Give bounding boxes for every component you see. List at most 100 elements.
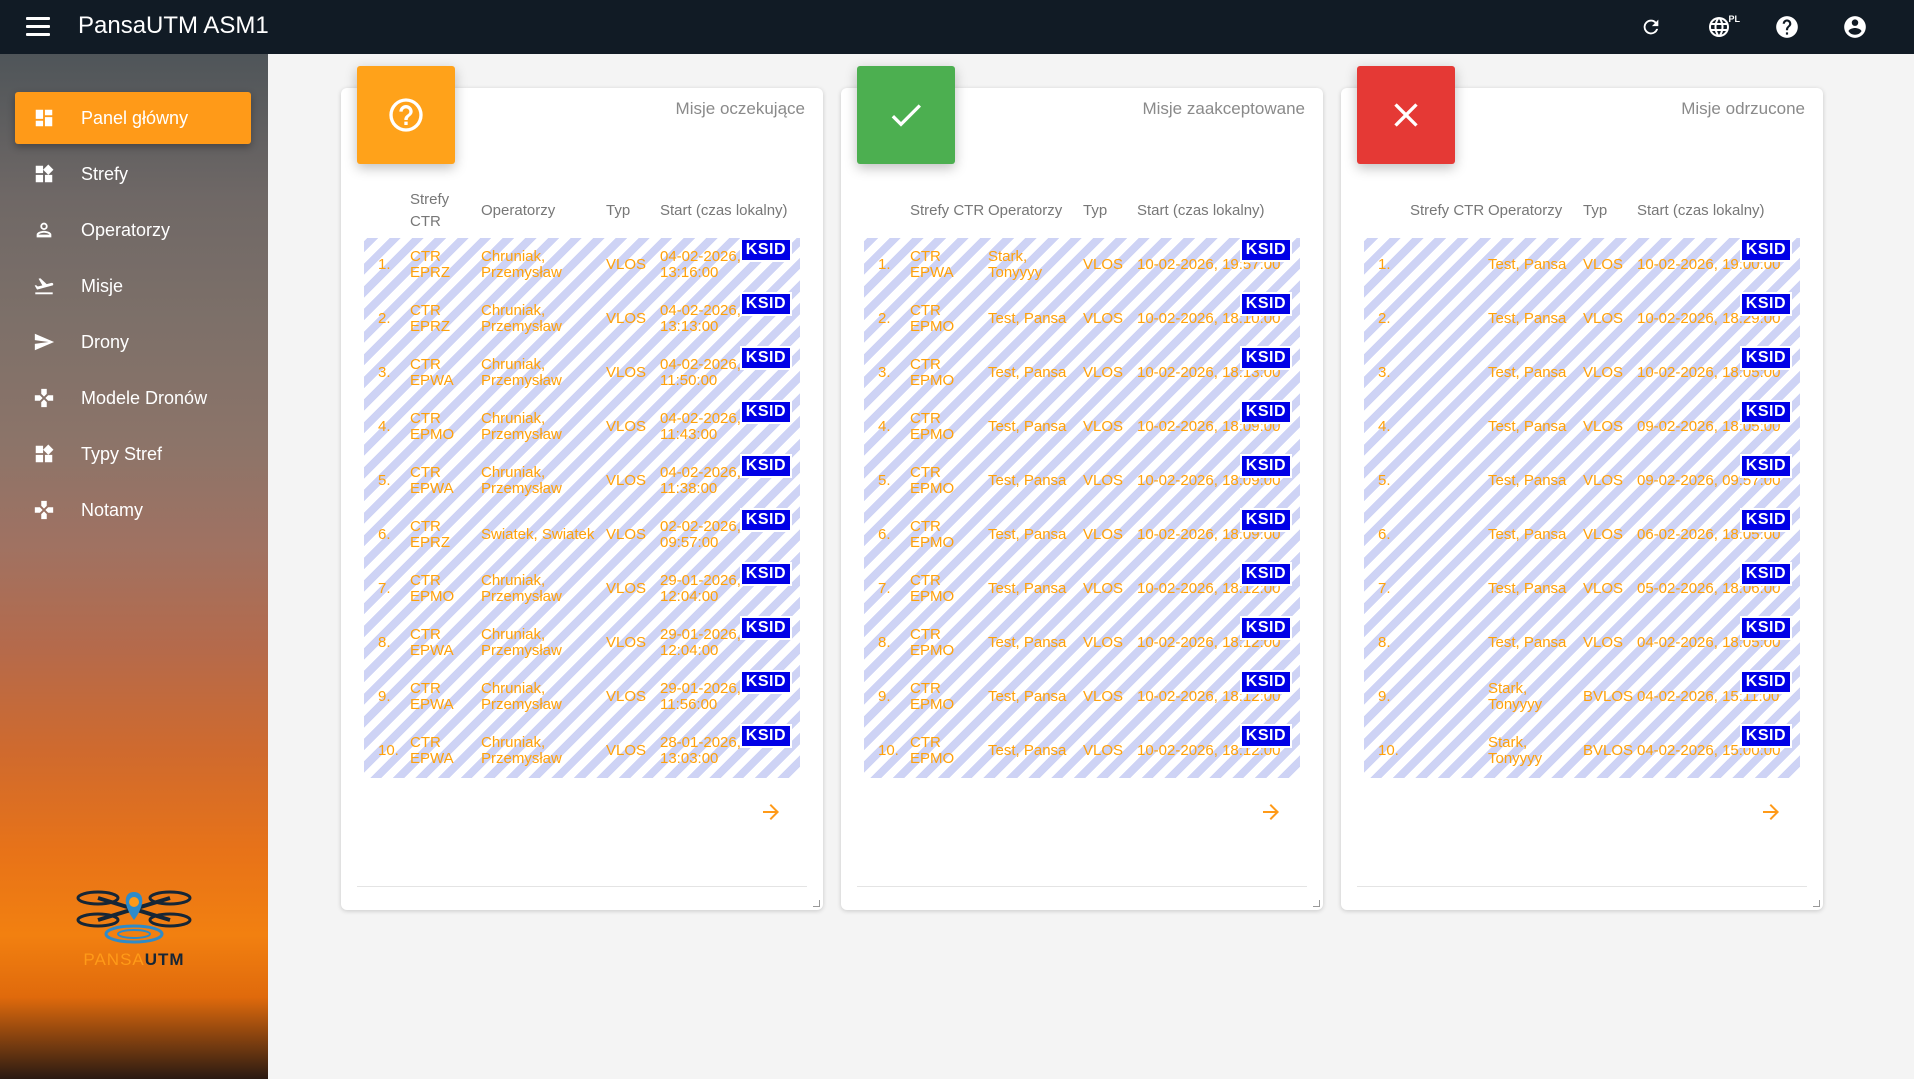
ksid-badge[interactable]: KSID [1239,238,1292,262]
sidebar-item-drony[interactable]: Drony [15,316,251,368]
ksid-badge[interactable]: KSID [1739,508,1792,532]
header-typ[interactable]: Typ [606,200,660,222]
table-row[interactable]: 8. CTR EPMO Test, Pansa VLOS 10-02-2026, 18:… [864,616,1300,670]
ksid-badge[interactable]: KSID [739,292,792,316]
header-start[interactable]: Start (czas lokalny) [1637,200,1800,222]
card-header-accepted [857,66,955,164]
table-row[interactable]: 5. CTR EPMO Test, Pansa VLOS 10-02-2026, 18:… [864,454,1300,508]
ksid-badge[interactable]: KSID [739,238,792,262]
zones-icon [33,443,55,465]
table-row[interactable]: 4. CTR EPMO Chruniak, Przemysław VLOS 04-02-… [364,400,800,454]
table-row[interactable]: 7. CTR EPMO Chruniak, Przemysław VLOS 29-01-… [364,562,800,616]
table-header: Strefy CTR Operatorzy Typ Start (czas lo… [364,184,800,238]
ksid-badge[interactable]: KSID [1239,562,1292,586]
card-footer-divider [357,886,807,887]
header-strefy[interactable]: Strefy CTR [410,189,481,233]
card-title: Misje odrzucone [1681,99,1805,118]
table-row[interactable]: 4. Test, Pansa VLOS 09-02-2026, 18:05:00 KSI… [1364,400,1800,454]
ksid-badge[interactable]: KSID [1239,292,1292,316]
ksid-badge[interactable]: KSID [1739,400,1792,424]
ksid-badge[interactable]: KSID [739,670,792,694]
help-outline-icon [389,98,423,132]
language-button[interactable]: PL [1700,12,1740,42]
table-row[interactable]: 7. CTR EPMO Test, Pansa VLOS 10-02-2026, 18:… [864,562,1300,616]
help-icon[interactable] [1768,12,1806,42]
table-row[interactable]: 2. CTR EPMO Test, Pansa VLOS 10-02-2026, 18:… [864,292,1300,346]
ksid-badge[interactable]: KSID [1739,292,1792,316]
table-row[interactable]: 2. CTR EPRZ Chruniak, Przemysław VLOS 04-02-… [364,292,800,346]
table-row[interactable]: 7. Test, Pansa VLOS 05-02-2026, 18:06:00 KSI… [1364,562,1800,616]
table-row[interactable]: 10. Stark, Tonyyyy BVLOS 04-02-2026, 15:00:… [1364,724,1800,778]
table-row[interactable]: 1. CTR EPRZ Chruniak, Przemysław VLOS 04-02-… [364,238,800,292]
ksid-badge[interactable]: KSID [1239,454,1292,478]
ksid-badge[interactable]: KSID [1239,400,1292,424]
table-row[interactable]: 6. CTR EPMO Test, Pansa VLOS 10-02-2026, 18:… [864,508,1300,562]
table-row[interactable]: 5. CTR EPWA Chruniak, Przemysław VLOS 04-02-… [364,454,800,508]
ksid-badge[interactable]: KSID [739,724,792,748]
ksid-badge[interactable]: KSID [739,400,792,424]
sidebar-item-typy-stref[interactable]: Typy Stref [15,428,251,480]
table-row[interactable]: 4. CTR EPMO Test, Pansa VLOS 10-02-2026, 18:… [864,400,1300,454]
ksid-badge[interactable]: KSID [739,346,792,370]
menu-icon[interactable] [26,17,50,37]
table-row[interactable]: 10. CTR EPWA Chruniak, Przemysław VLOS 28-01… [364,724,800,778]
header-start[interactable]: Start (czas lokalny) [1137,200,1300,222]
header-operatorzy[interactable]: Operatorzy [481,200,606,222]
ksid-badge[interactable]: KSID [1239,724,1292,748]
table-row[interactable]: 9. Stark, Tonyyyy BVLOS 04-02-2026, 15:11:0… [1364,670,1800,724]
table-row[interactable]: 8. Test, Pansa VLOS 04-02-2026, 18:05:00 KSI… [1364,616,1800,670]
sidebar-item-operatorzy[interactable]: Operatorzy [15,204,251,256]
missions-table: Strefy CTR Operatorzy Typ Start (czas lo… [364,184,800,778]
arrow-forward-icon[interactable] [1759,800,1783,824]
resize-handle[interactable] [1313,900,1320,907]
table-row[interactable]: 6. CTR EPRZ Swiatek, Swiatek VLOS 02-02-2026… [364,508,800,562]
ksid-badge[interactable]: KSID [739,616,792,640]
header-operatorzy[interactable]: Operatorzy [988,200,1083,222]
ksid-badge[interactable]: KSID [1239,346,1292,370]
ksid-badge[interactable]: KSID [1739,724,1792,748]
ksid-badge[interactable]: KSID [1739,562,1792,586]
table-row[interactable]: 3. Test, Pansa VLOS 10-02-2026, 18:05:00 KSI… [1364,346,1800,400]
table-row[interactable]: 5. Test, Pansa VLOS 09-02-2026, 09:57:00 KSI… [1364,454,1800,508]
table-row[interactable]: 10. CTR EPMO Test, Pansa VLOS 10-02-2026, 18… [864,724,1300,778]
sidebar-item-strefy[interactable]: Strefy [15,148,251,200]
table-row[interactable]: 9. CTR EPMO Test, Pansa VLOS 10-02-2026, 18:… [864,670,1300,724]
arrow-forward-icon[interactable] [1259,800,1283,824]
header-operatorzy[interactable]: Operatorzy [1488,200,1583,222]
ksid-badge[interactable]: KSID [739,562,792,586]
table-row[interactable]: 3. CTR EPWA Chruniak, Przemysław VLOS 04-02-… [364,346,800,400]
table-row[interactable]: 6. Test, Pansa VLOS 06-02-2026, 18:05:00 KSI… [1364,508,1800,562]
sidebar-item-misje[interactable]: Misje [15,260,251,312]
table-row[interactable]: 1. Test, Pansa VLOS 10-02-2026, 19:00:00 KSI… [1364,238,1800,292]
ksid-badge[interactable]: KSID [739,508,792,532]
ksid-badge[interactable]: KSID [1739,616,1792,640]
header-strefy[interactable]: Strefy CTR [1410,200,1488,222]
sidebar-item-panel-glowny[interactable]: Panel główny [15,92,251,144]
sidebar-item-modele-dronow[interactable]: Modele Dronów [15,372,251,424]
ksid-badge[interactable]: KSID [739,454,792,478]
table-row[interactable]: 1. CTR EPWA Stark, Tonyyyy VLOS 10-02-2026, … [864,238,1300,292]
arrow-forward-icon[interactable] [759,800,783,824]
ksid-badge[interactable]: KSID [1739,238,1792,262]
table-row[interactable]: 2. Test, Pansa VLOS 10-02-2026, 18:29:00 KSI… [1364,292,1800,346]
sidebar-nav: Panel główny Strefy Operatorzy Misje Dro… [15,92,251,540]
header-typ[interactable]: Typ [1083,200,1137,222]
table-row[interactable]: 3. CTR EPMO Test, Pansa VLOS 10-02-2026, 18:… [864,346,1300,400]
table-row[interactable]: 9. CTR EPWA Chruniak, Przemysław VLOS 29-01-… [364,670,800,724]
header-strefy[interactable]: Strefy CTR [910,200,988,222]
resize-handle[interactable] [1813,900,1820,907]
resize-handle[interactable] [813,900,820,907]
ksid-badge[interactable]: KSID [1739,346,1792,370]
zones-icon [33,163,55,185]
sidebar-item-notamy[interactable]: Notamy [15,484,251,536]
ksid-badge[interactable]: KSID [1239,508,1292,532]
ksid-badge[interactable]: KSID [1739,454,1792,478]
ksid-badge[interactable]: KSID [1739,670,1792,694]
ksid-badge[interactable]: KSID [1239,616,1292,640]
header-start[interactable]: Start (czas lokalny) [660,200,800,222]
account-icon[interactable] [1836,12,1874,42]
header-typ[interactable]: Typ [1583,200,1637,222]
ksid-badge[interactable]: KSID [1239,670,1292,694]
refresh-icon[interactable] [1632,12,1670,42]
table-row[interactable]: 8. CTR EPWA Chruniak, Przemysław VLOS 29-01-… [364,616,800,670]
